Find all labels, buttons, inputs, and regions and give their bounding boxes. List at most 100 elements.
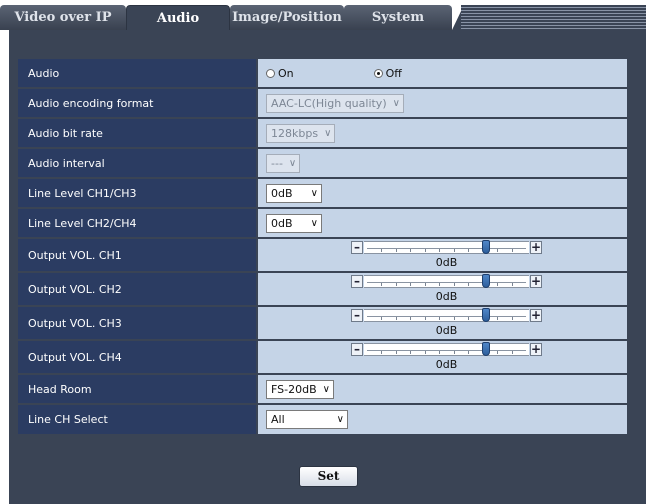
slider-tick — [381, 283, 382, 286]
slider-tick — [512, 351, 513, 354]
head-room-value: FS-20dB ∨ — [258, 375, 627, 403]
slider-tick — [396, 351, 397, 354]
slider-tick — [454, 317, 455, 320]
output-vol-ch1-readout: 0dB — [435, 256, 458, 269]
slider-track[interactable] — [364, 309, 529, 322]
slider-thumb[interactable] — [482, 342, 490, 356]
slider-tick — [396, 317, 397, 320]
output-vol-ch2-value: – + 0dB — [258, 273, 627, 305]
tab-bar-filler — [461, 5, 646, 30]
slider-track[interactable] — [364, 275, 529, 288]
output-vol-ch2-readout: 0dB — [435, 290, 458, 303]
row-audio-bit-rate: Audio bit rate 128kbps ∨ — [18, 119, 627, 147]
head-room-select[interactable]: FS-20dB ∨ — [266, 379, 334, 399]
audio-interval-label: Audio interval — [18, 149, 256, 177]
audio-on-label: On — [278, 66, 294, 80]
slider-tick — [454, 249, 455, 252]
line-level-ch2-ch4-selected: 0dB — [271, 216, 293, 230]
line-level-ch2-ch4-value: 0dB ∨ — [258, 209, 627, 237]
slider-thumb[interactable] — [482, 240, 490, 254]
slider-tick — [454, 283, 455, 286]
plus-icon[interactable]: + — [530, 309, 542, 322]
slider-thumb[interactable] — [482, 308, 490, 322]
chevron-down-icon: ∨ — [310, 217, 318, 229]
slider-tick — [425, 283, 426, 286]
audio-on-radio[interactable]: On — [266, 67, 294, 80]
slider-tick — [396, 283, 397, 286]
minus-icon[interactable]: – — [351, 241, 363, 254]
audio-interval-selected: --- — [271, 156, 283, 170]
radio-checked-icon — [373, 68, 383, 78]
chevron-down-icon: ∨ — [392, 97, 400, 109]
audio-bit-rate-selected: 128kbps — [271, 126, 319, 140]
slider-tick — [497, 249, 498, 252]
plus-icon[interactable]: + — [530, 275, 542, 288]
audio-off-radio[interactable]: Off — [373, 67, 402, 80]
row-line-level-ch2-ch4: Line Level CH2/CH4 0dB ∨ — [18, 209, 627, 237]
audio-encoding-format-selected: AAC-LC(High quality) — [271, 96, 387, 110]
line-level-ch1-ch3-selected: 0dB — [271, 186, 293, 200]
slider-line — [367, 282, 526, 283]
slider-track[interactable] — [364, 241, 529, 254]
minus-icon[interactable]: – — [351, 343, 363, 356]
slider-thumb[interactable] — [482, 274, 490, 288]
output-vol-ch1-slider[interactable]: – + — [351, 240, 542, 255]
line-level-ch2-ch4-select[interactable]: 0dB ∨ — [266, 213, 322, 233]
output-vol-ch3-slider[interactable]: – + — [351, 308, 542, 323]
slider-track[interactable] — [364, 343, 529, 356]
slider-tick — [454, 351, 455, 354]
slider-tick — [439, 283, 440, 286]
minus-icon[interactable]: – — [351, 275, 363, 288]
tab-system[interactable]: System — [344, 5, 452, 30]
chevron-down-icon: ∨ — [324, 127, 332, 139]
plus-icon[interactable]: + — [530, 343, 542, 356]
audio-encoding-format-select[interactable]: AAC-LC(High quality) ∨ — [266, 93, 404, 113]
output-vol-ch4-slider[interactable]: – + — [351, 342, 542, 357]
slider-tick — [410, 351, 411, 354]
audio-label: Audio — [18, 59, 256, 87]
slider-tick — [439, 351, 440, 354]
slider-tick — [512, 317, 513, 320]
audio-bit-rate-label: Audio bit rate — [18, 119, 256, 147]
audio-interval-select[interactable]: --- ∨ — [266, 153, 301, 173]
audio-bit-rate-select[interactable]: 128kbps ∨ — [266, 123, 336, 143]
line-ch-select-select[interactable]: All ∨ — [266, 410, 348, 429]
row-output-vol-ch1: Output VOL. CH1 – + 0dB — [18, 239, 627, 271]
slider-tick — [497, 317, 498, 320]
chevron-down-icon: ∨ — [322, 383, 330, 395]
output-vol-ch4-label: Output VOL. CH4 — [18, 341, 256, 373]
set-button[interactable]: Set — [299, 466, 358, 487]
line-level-ch1-ch3-label: Line Level CH1/CH3 — [18, 179, 256, 207]
slider-tick — [468, 351, 469, 354]
row-audio-encoding-format: Audio encoding format AAC-LC(High qualit… — [18, 89, 627, 117]
slider-line — [367, 316, 526, 317]
output-vol-ch3-readout: 0dB — [435, 324, 458, 337]
slider-tick — [425, 317, 426, 320]
audio-bit-rate-value: 128kbps ∨ — [258, 119, 627, 147]
line-level-ch1-ch3-value: 0dB ∨ — [258, 179, 627, 207]
slider-tick — [381, 317, 382, 320]
line-level-ch1-ch3-select[interactable]: 0dB ∨ — [266, 183, 322, 203]
tab-video-over-ip[interactable]: Video over IP — [0, 5, 126, 30]
slider-tick — [439, 249, 440, 252]
line-level-ch2-ch4-label: Line Level CH2/CH4 — [18, 209, 256, 237]
slider-tick — [512, 249, 513, 252]
row-line-level-ch1-ch3: Line Level CH1/CH3 0dB ∨ — [18, 179, 627, 207]
tab-image-position[interactable]: Image/Position — [230, 5, 344, 30]
output-vol-ch1-label: Output VOL. CH1 — [18, 239, 256, 271]
slider-tick — [468, 283, 469, 286]
line-ch-select-value: All ∨ — [258, 405, 627, 434]
row-audio: Audio On Off — [18, 59, 627, 87]
output-vol-ch4-readout: 0dB — [435, 358, 458, 371]
minus-icon[interactable]: – — [351, 309, 363, 322]
head-room-label: Head Room — [18, 375, 256, 403]
chevron-down-icon: ∨ — [288, 157, 297, 169]
audio-settings-table: Audio On Off Audio encoding format AAC-L… — [18, 59, 627, 436]
tab-audio[interactable]: Audio — [126, 5, 230, 30]
output-vol-ch2-slider[interactable]: – + — [351, 274, 542, 289]
slider-tick — [410, 317, 411, 320]
plus-icon[interactable]: + — [530, 241, 542, 254]
tab-bar: Video over IP Audio Image/Position Syste… — [0, 0, 646, 30]
slider-tick — [410, 249, 411, 252]
chevron-down-icon: ∨ — [336, 414, 344, 425]
